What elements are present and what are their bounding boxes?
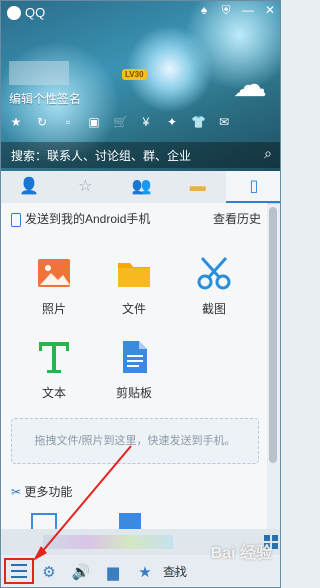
action-label: 截图	[201, 302, 226, 316]
tab-groups[interactable]: 👥	[113, 171, 169, 203]
status-icons: ★ ↻ ▫ ▣ 🛒 ¥ ✦ 👕 ✉	[9, 115, 231, 129]
tools-icon: ✂	[11, 485, 22, 499]
settings-icon[interactable]: ⚙	[37, 562, 61, 584]
shirt-icon[interactable]: 👕	[191, 115, 206, 129]
search-icon[interactable]: ⌕	[264, 145, 272, 162]
title-bar: QQ	[7, 5, 45, 20]
search-placeholder: 搜索：联系人、讨论组、群、企业	[11, 149, 192, 163]
signature-editor[interactable]: 编辑个性签名	[9, 90, 81, 107]
panel-header: 发送到我的Android手机 查看历史	[11, 210, 261, 227]
photo-icon	[38, 259, 70, 287]
qq-penguin-icon	[7, 5, 21, 20]
qq-main-window: QQ ♠ ⛨ — ✕ LV30 编辑个性签名 ☁ ★ ↻ ▫ ▣ 🛒 ¥ ✦ 👕…	[0, 0, 281, 588]
text-icon	[39, 342, 69, 373]
find-button[interactable]: 查找	[163, 563, 187, 580]
action-file[interactable]: 文件	[99, 255, 169, 317]
tab-device[interactable]: ▯	[225, 171, 280, 203]
file-dropzone[interactable]: 拖拽文件/照片到这里，快速发送到手机。	[11, 418, 259, 464]
more-features-heading: ✂ 更多功能	[11, 483, 72, 500]
more-features-label: 更多功能	[24, 485, 73, 499]
folder-icon[interactable]: ▆	[101, 562, 125, 584]
phone-icon	[11, 212, 21, 227]
app-tile-icon[interactable]	[119, 513, 141, 529]
app-store-icon[interactable]: ★	[133, 562, 157, 584]
close-button[interactable]: ✕	[262, 3, 278, 18]
tab-messages[interactable]: ▬	[170, 171, 226, 203]
watermark: Bai 经验	[210, 545, 272, 562]
nickname-blurred[interactable]	[9, 61, 69, 85]
clipboard-icon	[123, 341, 147, 373]
refresh-icon[interactable]: ↻	[35, 115, 49, 129]
scissors-icon	[197, 256, 231, 290]
blurred-apps	[43, 535, 173, 549]
folder-icon	[118, 263, 150, 287]
more-apps-row	[31, 513, 251, 531]
main-tabs: 👤 ☆ 👥 ▬ ▯	[1, 171, 280, 204]
action-text[interactable]: 文本	[19, 339, 89, 401]
tab-contacts[interactable]: 👤	[1, 171, 57, 203]
action-label: 文本	[41, 386, 66, 400]
app-icon[interactable]: ▣	[87, 115, 101, 129]
window-controls: ♠ ⛨ — ✕	[196, 3, 278, 18]
wallet-icon[interactable]: ¥	[139, 115, 153, 129]
menu-line	[11, 576, 27, 578]
history-link[interactable]: 查看历史	[213, 210, 261, 227]
action-screenshot[interactable]: 截图	[179, 255, 249, 317]
game-icon[interactable]: ✦	[165, 115, 179, 129]
main-menu-button[interactable]	[4, 558, 34, 584]
minimize-button[interactable]: —	[240, 3, 256, 18]
volume-icon[interactable]: 🔊	[69, 562, 93, 584]
action-clipboard[interactable]: 剪贴板	[99, 339, 169, 401]
shield-icon[interactable]: ⛨	[218, 3, 234, 18]
weather-icon[interactable]: ☁	[228, 63, 272, 107]
action-label: 剪贴板	[115, 386, 152, 400]
window-title: QQ	[25, 5, 46, 20]
profile-header: QQ ♠ ⛨ — ✕ LV30 编辑个性签名 ☁ ★ ↻ ▫ ▣ 🛒 ¥ ✦ 👕…	[1, 1, 280, 171]
tab-favorites[interactable]: ☆	[57, 171, 113, 203]
device-panel: 发送到我的Android手机 查看历史 照片 文件 截图 文本 剪贴板 拖拽文件…	[1, 203, 267, 531]
action-photo[interactable]: 照片	[19, 255, 89, 317]
scrollbar[interactable]	[269, 207, 277, 463]
mail-icon[interactable]: ✉	[217, 115, 231, 129]
star-icon[interactable]: ★	[9, 115, 23, 129]
action-label: 照片	[41, 302, 66, 316]
menu-line	[11, 564, 27, 566]
cart-icon[interactable]: 🛒	[113, 115, 128, 129]
blank-icon[interactable]: ▫	[61, 115, 75, 129]
search-input[interactable]: 搜索：联系人、讨论组、群、企业 ⌕	[1, 142, 280, 168]
menu-line	[11, 570, 27, 572]
skin-icon[interactable]: ♠	[196, 3, 212, 18]
level-badge[interactable]: LV30	[122, 69, 147, 80]
panel-title: 发送到我的Android手机	[25, 212, 151, 226]
action-label: 文件	[121, 302, 146, 316]
